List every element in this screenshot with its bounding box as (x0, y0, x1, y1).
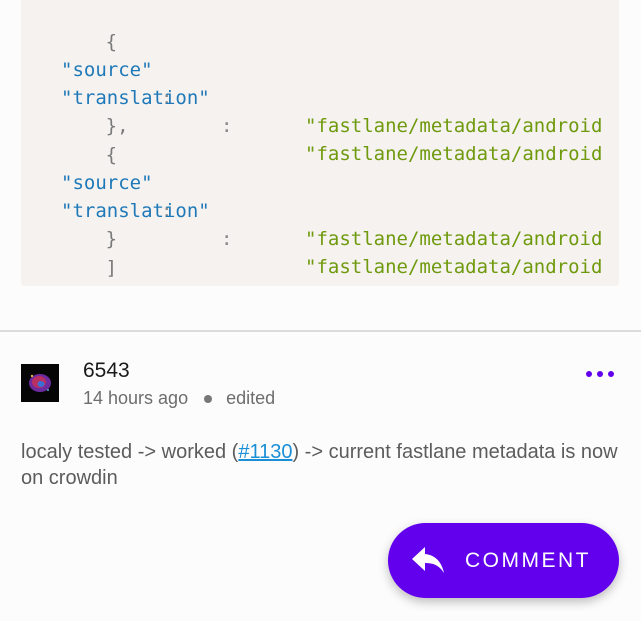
more-options-icon[interactable] (580, 362, 620, 386)
code-brace: { (105, 144, 118, 166)
comment-meta: 14 hours ago edited (83, 388, 275, 409)
code-string: "fastlane/metadata/android (305, 115, 603, 137)
comment-author[interactable]: 6543 (83, 359, 130, 383)
code-line: "translation" : "fastlane/metadata/andro… (37, 56, 602, 165)
avatar[interactable] (21, 364, 59, 402)
code-line: { (37, 113, 117, 166)
edited-label[interactable]: edited (226, 388, 275, 409)
comment-button-label: COMMENT (465, 549, 591, 572)
issue-link[interactable]: #1130 (238, 441, 292, 463)
comment-text: localy tested -> worked ( (21, 441, 239, 463)
code-line: }, (37, 84, 129, 137)
code-string: "fastlane/metadata/android (305, 256, 603, 278)
code-line: { (37, 0, 117, 53)
more-dot (608, 371, 614, 377)
more-dot (586, 371, 592, 377)
code-line: } (37, 197, 117, 250)
code-brace: { (105, 31, 118, 53)
comment-timestamp: 14 hours ago (83, 388, 189, 408)
comment-fab-button[interactable]: COMMENT (388, 523, 619, 598)
code-colon: : (221, 228, 233, 250)
code-string: "fastlane/metadata/android (305, 143, 603, 165)
code-line: "source" : "fastlane/metadata/android (37, 141, 602, 250)
issue-comments-page: { "source" : "fastlane/metadata/android … (0, 0, 641, 621)
code-line: "source" : "fastlane/metadata/android (37, 28, 602, 137)
comment-divider (0, 330, 641, 332)
separator-dot (204, 394, 213, 403)
code-colon: : (221, 115, 233, 137)
code-block: { "source" : "fastlane/metadata/android … (21, 0, 619, 286)
comment-body: localy tested -> worked (#1130) -> curre… (21, 439, 621, 491)
code-string: "fastlane/metadata/android (305, 228, 603, 250)
reply-icon (412, 547, 444, 573)
more-dot (597, 371, 603, 377)
code-line: ] (37, 226, 117, 279)
code-bracket: ] (105, 257, 118, 279)
code-line: "translation" : "fastlane/metadata/andro… (37, 169, 602, 278)
